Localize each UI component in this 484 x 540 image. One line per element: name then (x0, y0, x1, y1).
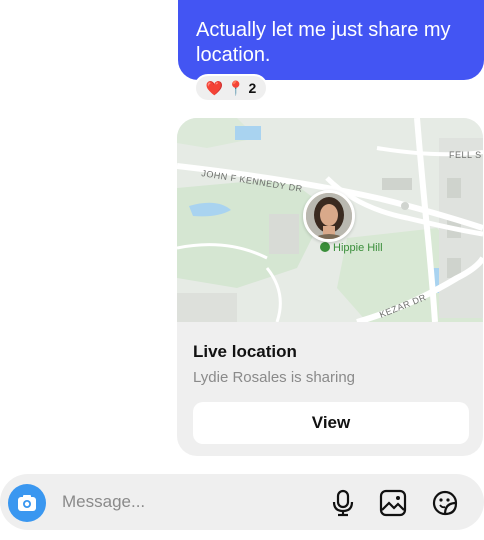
live-location-subtitle: Lydie Rosales is sharing (193, 369, 356, 386)
microphone-button[interactable] (328, 488, 358, 518)
microphone-icon (332, 489, 354, 517)
live-location-info: Live location Lydie Rosales is sharing V… (177, 322, 483, 456)
pin-emoji-icon: 📍 (227, 80, 245, 96)
sticker-button[interactable] (430, 488, 460, 518)
camera-icon (18, 495, 36, 511)
gallery-icon (379, 489, 407, 517)
message-composer: Message... (0, 474, 484, 530)
map-label-fell: FELL S (449, 150, 482, 160)
heart-emoji-icon: ❤️ (205, 80, 224, 96)
sticker-icon (432, 490, 458, 516)
map-preview[interactable]: JOHN F KENNEDY DR FELL S KEZAR DR Hippie… (177, 118, 483, 322)
view-button[interactable]: View (193, 402, 469, 444)
map-label-place: Hippie Hill (333, 242, 383, 254)
live-location-card[interactable]: JOHN F KENNEDY DR FELL S KEZAR DR Hippie… (177, 118, 483, 456)
gallery-button[interactable] (378, 488, 408, 518)
message-text: Actually let me just share my location. (196, 19, 451, 66)
reaction-count: 2 (248, 80, 257, 96)
reactions-pill[interactable]: ❤️ 📍 2 (194, 74, 268, 102)
sent-message-bubble[interactable]: Actually let me just share my location. (178, 0, 484, 80)
message-input[interactable]: Message... (62, 492, 145, 512)
user-avatar[interactable] (303, 190, 355, 242)
live-location-title: Live location (193, 342, 297, 361)
camera-button[interactable] (8, 484, 46, 522)
